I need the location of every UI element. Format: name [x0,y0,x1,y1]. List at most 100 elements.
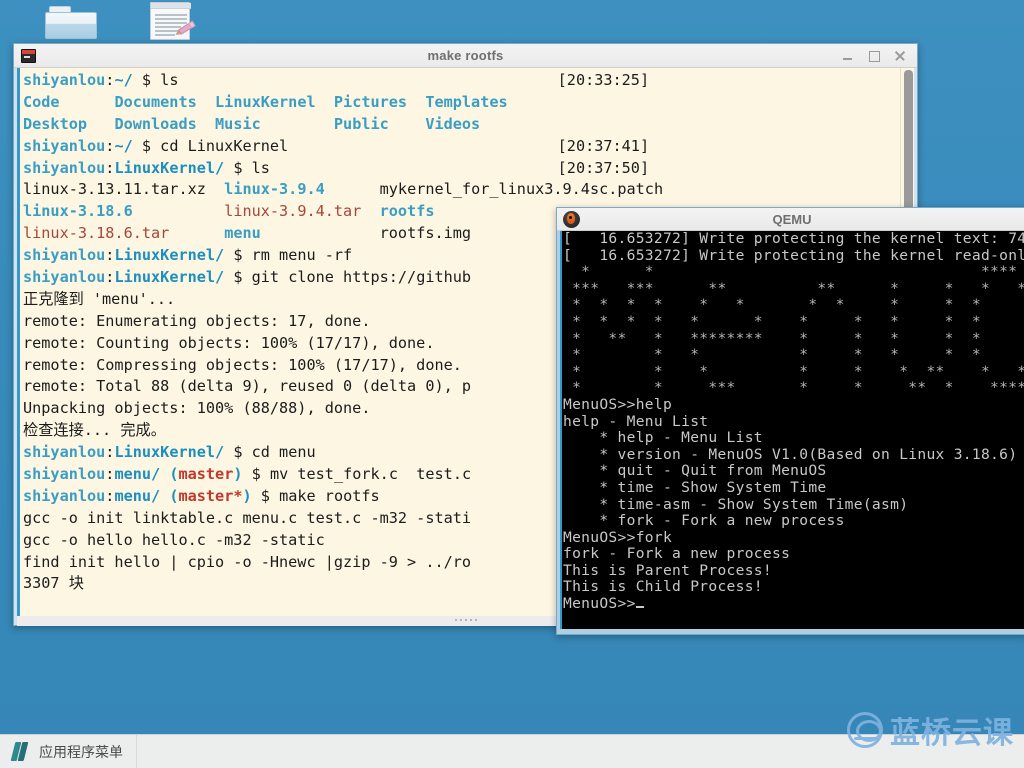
qemu-screen[interactable]: [ 16.653272] Write protecting the kernel… [560,231,1024,629]
terminal-text-segment: menu/ [114,465,161,484]
terminal-text-segment: $ cd menu [224,443,316,462]
terminal-scrollbar-thumb[interactable] [904,70,913,220]
taskbar-separator [136,734,137,768]
terminal-text-segment: 正克隆到 'menu'... [23,289,176,308]
terminal-line: shiyanlou:LinuxKernel/ $ ls [20:37:50] [23,158,663,180]
document-text-line [155,14,187,16]
terminal-text-segment: linux-3.9.4.tar [224,202,362,221]
terminal-text-segment: LinuxKernel/ [114,443,225,462]
terminal-window-title: make rootfs [427,48,504,63]
maximize-button[interactable] [868,50,880,62]
terminal-text-segment: shiyanlou [23,71,106,89]
terminal-text-segment: $ rm menu -rf [224,246,353,265]
qemu-ascii-art-line: * ** * ******** * * * * * * [563,329,1024,347]
terminal-text-segment: $ cd LinuxKernel [132,136,289,155]
terminal-text-segment: gcc -o init linktable.c menu.c test.c -m… [23,508,472,527]
qemu-ascii-art-line: * * * * * * * * * * * * [563,296,1024,314]
folder-body [45,12,97,39]
qemu-console-line: MenuOS>>fork [563,528,673,546]
application-menu-button[interactable]: 应用程序菜单 [0,735,135,768]
terminal-line: Code Documents LinuxKernel Pictures Temp… [23,92,663,114]
text-editor-icon[interactable] [150,2,198,48]
terminal-text-segment: find init hello | cpio -o -Hnewc |gzip -… [23,552,472,571]
terminal-text-segment: $ git clone https://github [224,268,472,287]
taskbar: 应用程序菜单 [0,734,1024,768]
application-menu-label: 应用程序菜单 [39,744,123,761]
resize-grip-icon[interactable] [454,619,477,621]
qemu-console-line: help - Menu List [563,412,709,430]
terminal-text-segment: LinuxKernel [215,92,334,111]
terminal-text-segment: menu/ [114,486,161,505]
terminal-text-segment: $ ls [132,71,179,89]
terminal-line: shiyanlou:~/ $ ls [20:33:25] [23,70,663,92]
close-icon[interactable] [894,50,906,62]
terminal-line: shiyanlou:~/ $ cd LinuxKernel [20:37:41] [23,136,663,158]
qemu-ascii-art-line: *** *** ** ** * * * * [563,279,1024,297]
folder-icon[interactable] [45,6,97,46]
terminal-text-segment: $ mv test_fork.c test.c [242,465,472,484]
qemu-console-line: MenuOS>>help [563,395,673,413]
terminal-text-segment: shiyanlou [23,443,106,462]
terminal-text-segment: shiyanlou [23,268,106,287]
terminal-titlebar[interactable]: make rootfs [14,44,917,68]
qemu-window[interactable]: QEMU [ 16.653272] Write protecting the k… [556,207,1024,635]
qemu-boot-line: [ 16.653272] Write protecting the kernel… [563,231,1024,247]
terminal-text-segment: Code [23,92,115,111]
terminal-icon [21,48,36,63]
qemu-console-line: This is Parent Process! [563,561,772,579]
qemu-console-line: This is Child Process! [563,578,763,596]
terminal-text-segment: linux-3.13.11.tar.xz [23,180,225,199]
terminal-text-segment: remote: Compressing objects: 100% (17/17… [23,355,462,374]
terminal-text-segment: linux-3.18.6.tar [23,224,170,243]
terminal-text-segment: LinuxKernel/ [114,268,225,287]
terminal-text-segment: ~/ [114,136,133,155]
qemu-console-line: * quit - Quit from MenuOS [563,462,827,480]
qemu-console-line: * help - Menu List [563,429,763,447]
qemu-titlebar[interactable]: QEMU [557,208,1024,231]
terminal-text-segment: remote: Total 88 (delta 9), reused 0 (de… [23,377,472,396]
terminal-text-segment: shiyanlou [23,158,106,177]
terminal-text-segment: LinuxKernel/ [114,246,225,265]
terminal-text-segment: Downloads [114,114,216,133]
document-text-line [155,18,187,20]
terminal-text-segment: ) [233,465,243,484]
qemu-ascii-art-line: * * * * * * * * * * * * [563,312,1024,330]
terminal-text-segment: linux-3.9.4 [224,180,325,199]
terminal-window-controls [842,50,917,62]
qemu-boot-line: [ 16.653272] Write protecting the kernel… [563,246,1024,264]
terminal-text-segment: Documents [114,92,216,111]
terminal-text-segment: master* [178,486,243,505]
terminal-text-segment: rootfs.img [379,224,472,243]
terminal-text-segment: remote: Counting objects: 100% (17/17), … [23,333,435,352]
text-cursor [635,606,644,609]
document-text-line [155,34,175,36]
terminal-text-segment: 检查连接... 完成。 [23,421,166,440]
terminal-text-segment: ) [242,486,252,505]
qemu-window-title: QEMU [772,211,812,227]
qemu-console-line: * time-asm - Show System Time(asm) [563,495,909,513]
qemu-console-line: * time - Show System Time [563,478,827,496]
terminal-text-segment: Desktop [23,114,115,133]
terminal-line: linux-3.13.11.tar.xz linux-3.9.4 mykerne… [23,179,663,201]
qemu-console-line: fork - Fork a new process [563,545,791,563]
terminal-text-segment: Public [333,114,426,133]
terminal-text-segment: master [178,465,234,484]
terminal-text-segment: 3307 块 [23,574,84,593]
terminal-text-segment: $ ls [224,158,270,177]
qemu-ascii-art-line: * * * * * * * * * [563,346,1024,364]
qemu-prompt-line: MenuOS>> [563,595,1024,613]
terminal-timestamp: [20:33:25] [557,71,650,89]
terminal-text-segment: remote: Enumerating objects: 17, done. [23,311,371,330]
qemu-ascii-art-line: * * **** [563,263,1018,281]
terminal-text-segment: ~/ [114,71,133,89]
minimize-button[interactable] [842,50,854,62]
terminal-text-segment: shiyanlou [23,486,106,505]
qemu-console-line: * version - MenuOS V1.0(Based on Linux 3… [563,445,1018,463]
terminal-text-segment: Templates [425,92,508,111]
terminal-text-segment: Videos [425,114,481,133]
